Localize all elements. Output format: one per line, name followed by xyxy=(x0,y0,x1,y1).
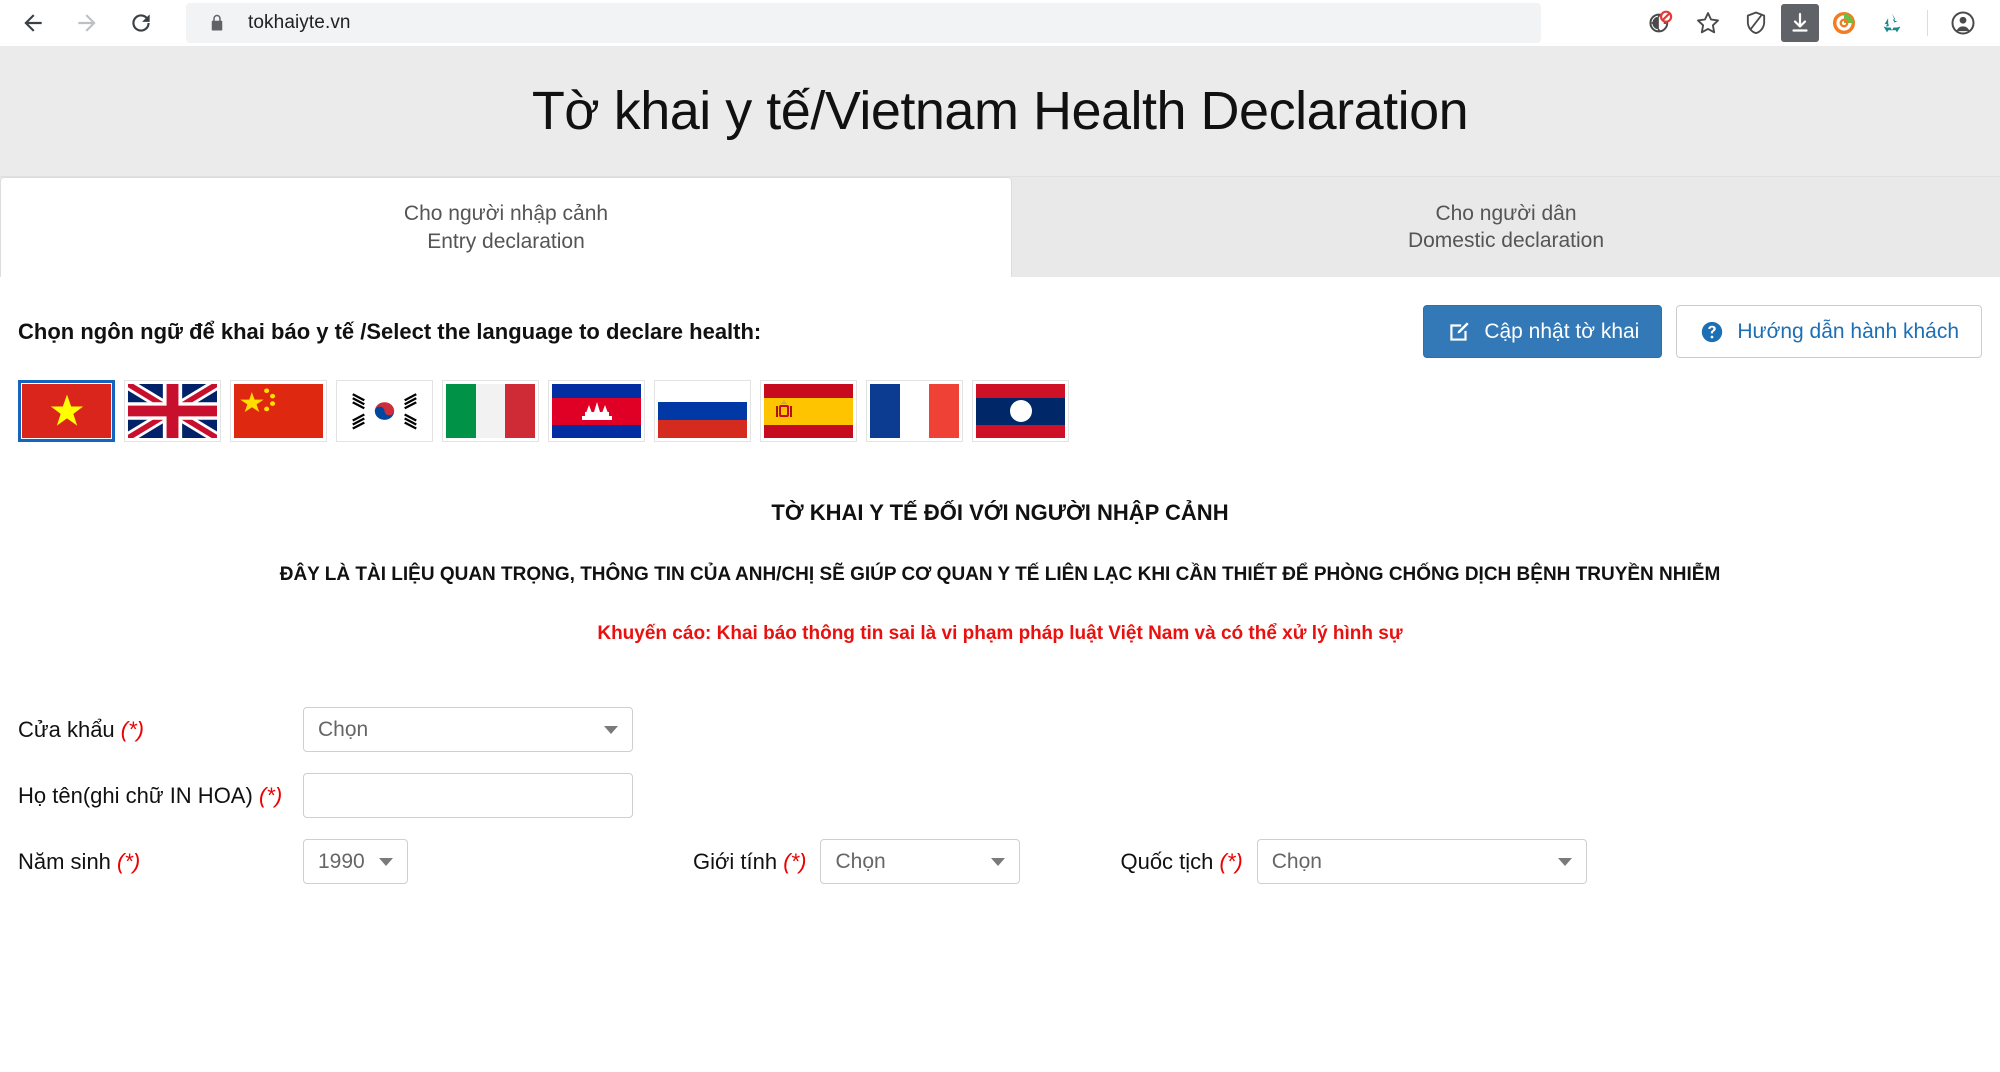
declaration-warning: Khuyến cáo: Khai báo thông tin sai là vi… xyxy=(597,623,1403,644)
url-text: tokhaiyte.vn xyxy=(248,12,351,33)
arrow-right-icon xyxy=(78,14,96,32)
birth-year-label-text: Năm sinh xyxy=(18,848,111,874)
tab-entry-label-en: Entry declaration xyxy=(427,229,585,253)
chevron-down-icon xyxy=(604,725,618,734)
flag-vietnam[interactable] xyxy=(18,380,115,442)
required-mark: (*) xyxy=(1219,848,1243,874)
required-mark: (*) xyxy=(120,716,145,742)
shield-icon[interactable] xyxy=(1733,0,1779,46)
toolbar-divider xyxy=(1927,10,1928,36)
flag-russia[interactable] xyxy=(654,380,751,442)
flag-laos[interactable] xyxy=(972,380,1069,442)
arrow-left-icon xyxy=(24,14,42,32)
required-mark: (*) xyxy=(117,848,141,874)
form-row-full-name: Họ tên(ghi chữ IN HOA) (*) xyxy=(18,773,1982,818)
star-icon xyxy=(50,394,83,426)
required-mark: (*) xyxy=(783,848,807,874)
tab-entry-declaration[interactable]: Cho người nhập cảnh Entry declaration xyxy=(0,177,1012,277)
full-name-label-text: Họ tên(ghi chữ IN HOA) xyxy=(18,782,253,808)
update-declaration-label: Cập nhật tờ khai xyxy=(1484,319,1640,343)
gender-label-text: Giới tính xyxy=(693,848,778,874)
bookmark-star-icon[interactable] xyxy=(1685,0,1731,46)
page-header: Tờ khai y tế/Vietnam Health Declaration xyxy=(0,46,2000,177)
page-title: Tờ khai y tế/Vietnam Health Declaration xyxy=(531,81,1469,141)
full-name-input[interactable] xyxy=(303,773,633,818)
tracker-blocked-icon[interactable] xyxy=(1637,0,1683,46)
chevron-down-icon xyxy=(379,857,393,866)
chevron-down-icon xyxy=(991,857,1006,866)
border-gate-select[interactable]: Chọn xyxy=(303,707,633,752)
declaration-subtitle: ĐÂY LÀ TÀI LIỆU QUAN TRỌNG, THÔNG TIN CỦ… xyxy=(279,564,1721,585)
browser-extension-icons xyxy=(1637,0,2000,46)
declaration-form: Cửa khẩu (*) Chọn Họ tên(ghi chữ IN HOA)… xyxy=(18,707,1982,884)
main-content: Chọn ngôn ngữ để khai báo y tế /Select t… xyxy=(0,277,2000,884)
recycle-icon[interactable] xyxy=(1869,0,1915,46)
tab-domestic-label-en: Domestic declaration xyxy=(1407,229,1605,252)
gender-value: Chọn xyxy=(835,849,886,873)
form-row-birth-gender-nationality: Năm sinh (*) 1990 Giới tính (*) Chọn Quố… xyxy=(18,839,1982,884)
edit-square-icon xyxy=(1450,321,1469,341)
gender-select[interactable]: Chọn xyxy=(820,839,1021,884)
tab-domestic-label-vi: Cho người dân xyxy=(1435,201,1577,225)
update-declaration-button[interactable]: Cập nhật tờ khai xyxy=(1423,305,1663,358)
flag-france[interactable] xyxy=(866,380,963,442)
form-row-border-gate: Cửa khẩu (*) Chọn xyxy=(18,707,1982,752)
address-bar[interactable]: tokhaiyte.vn xyxy=(186,3,1541,43)
border-gate-label: Cửa khẩu (*) xyxy=(18,717,303,743)
nationality-label: Quốc tịch (*) xyxy=(1120,849,1242,875)
flag-south-korea[interactable] xyxy=(336,380,433,442)
birth-year-select[interactable]: 1990 xyxy=(303,839,408,884)
nationality-value: Chọn xyxy=(1271,849,1322,873)
gender-label: Giới tính (*) xyxy=(693,849,806,875)
lock-icon xyxy=(208,13,226,33)
flag-united-kingdom[interactable] xyxy=(124,380,221,442)
action-buttons: Cập nhật tờ khai Hướng dẫn hành khách xyxy=(1423,305,1982,358)
angkor-wat-icon xyxy=(581,402,612,420)
flag-china[interactable] xyxy=(230,380,327,442)
tab-domestic-declaration[interactable]: Cho người dân Domestic declaration xyxy=(1012,177,2000,277)
profile-avatar-icon[interactable] xyxy=(1940,0,1986,46)
passenger-guide-button[interactable]: Hướng dẫn hành khách xyxy=(1676,305,1982,358)
full-name-label: Họ tên(ghi chữ IN HOA) (*) xyxy=(18,783,303,809)
flag-italy[interactable] xyxy=(442,380,539,442)
birth-year-value: 1990 xyxy=(318,849,365,873)
border-gate-label-text: Cửa khẩu xyxy=(18,716,115,742)
coat-of-arms-icon xyxy=(775,400,792,417)
reload-icon xyxy=(132,14,150,32)
forward-button[interactable] xyxy=(64,0,110,46)
language-flags xyxy=(18,380,1982,442)
declaration-title: TỜ KHAI Y TẾ ĐỐI VỚI NGƯỜI NHẬP CẢNH xyxy=(771,500,1229,525)
declaration-tabs: Cho người nhập cảnh Entry declaration Ch… xyxy=(0,177,2000,277)
required-mark: (*) xyxy=(258,782,283,808)
passenger-guide-label: Hướng dẫn hành khách xyxy=(1737,319,1959,343)
nationality-select[interactable]: Chọn xyxy=(1256,839,1587,884)
language-selection-row: Chọn ngôn ngữ để khai báo y tế /Select t… xyxy=(18,277,1982,358)
question-circle-icon xyxy=(1702,321,1723,342)
birth-year-label: Năm sinh (*) xyxy=(18,849,303,875)
chevron-down-icon xyxy=(1557,857,1572,866)
nationality-label-text: Quốc tịch xyxy=(1120,848,1214,874)
browser-nav-buttons xyxy=(0,0,164,46)
download-icon[interactable] xyxy=(1781,4,1819,42)
language-select-label: Chọn ngôn ngữ để khai báo y tế /Select t… xyxy=(18,318,762,344)
flag-spain[interactable] xyxy=(760,380,857,442)
border-gate-value: Chọn xyxy=(318,717,369,741)
reload-button[interactable] xyxy=(118,0,164,46)
extension-orange-icon[interactable] xyxy=(1821,0,1867,46)
flag-cambodia[interactable] xyxy=(548,380,645,442)
tab-entry-label-vi: Cho người nhập cảnh xyxy=(403,202,609,226)
back-button[interactable] xyxy=(10,0,56,46)
browser-toolbar: tokhaiyte.vn xyxy=(0,0,2000,46)
